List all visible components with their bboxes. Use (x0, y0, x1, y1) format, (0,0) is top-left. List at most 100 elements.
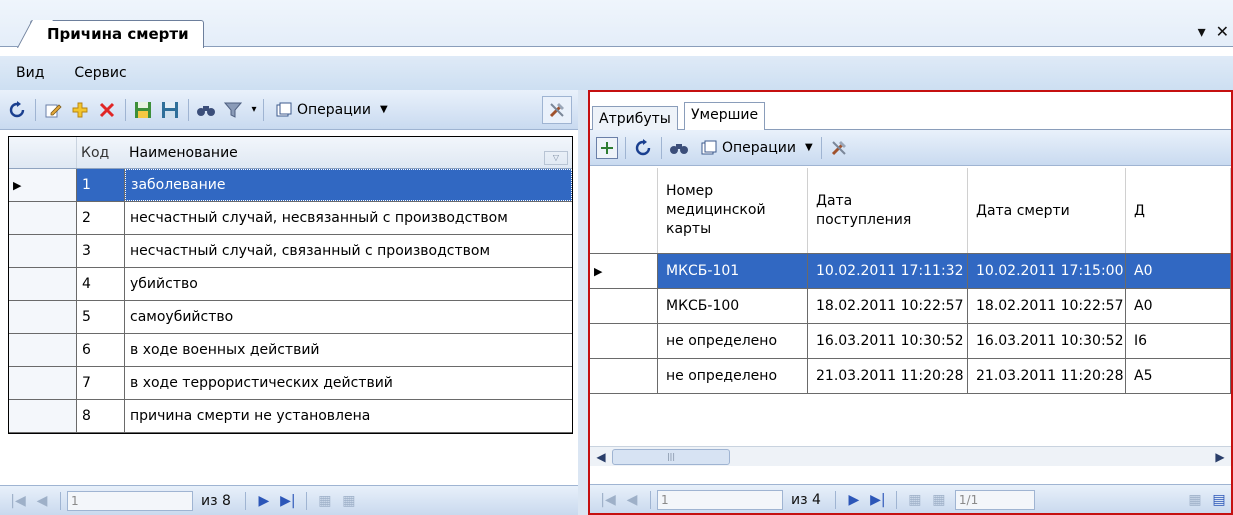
refresh-icon[interactable] (632, 137, 654, 159)
column-header-name[interactable]: Наименование (125, 145, 544, 161)
filter-dropdown-icon[interactable]: ▾ (249, 99, 259, 121)
table-row[interactable]: 6в ходе военных действий (9, 334, 572, 367)
cell-code[interactable]: 1 (77, 169, 125, 201)
cell-card-number[interactable]: МКСБ-100 (658, 289, 808, 323)
edit-icon[interactable] (42, 99, 64, 121)
row-indicator[interactable] (590, 324, 658, 358)
table-row[interactable]: ▶ МКСБ-101 10.02.2011 17:11:32 10.02.2011 1… (590, 254, 1231, 289)
operations-button[interactable]: Операции ▼ (270, 98, 394, 122)
scroll-right-icon[interactable]: ▶ (1211, 448, 1229, 466)
cell-name[interactable]: самоубийство (125, 301, 572, 333)
row-indicator[interactable]: ▶ (9, 169, 77, 201)
table-row[interactable]: МКСБ-100 18.02.2011 10:22:57 18.02.2011 10… (590, 289, 1231, 324)
cell-code[interactable]: 4 (77, 268, 125, 300)
filter-icon[interactable] (222, 99, 244, 121)
row-indicator[interactable] (9, 268, 77, 300)
save-icon[interactable] (132, 99, 154, 121)
find-icon[interactable] (195, 99, 217, 121)
row-indicator[interactable] (9, 235, 77, 267)
document-tab-cause-of-death[interactable]: Причина смерти (30, 20, 204, 48)
cell-code[interactable]: 6 (77, 334, 125, 366)
column-header-death-date[interactable]: Дата смерти (968, 168, 1126, 253)
row-indicator[interactable] (9, 334, 77, 366)
row-indicator[interactable] (9, 400, 77, 432)
cell-name[interactable]: несчастный случай, несвязанный с произво… (125, 202, 572, 234)
table-view-icon[interactable]: ▤ (1209, 492, 1229, 508)
table-row[interactable]: 8 причина смерти не установлена (9, 400, 572, 433)
close-icon[interactable]: ✕ (1216, 22, 1229, 41)
tools-icon[interactable] (542, 95, 572, 124)
menu-item-service[interactable]: Сервис (74, 65, 126, 81)
prev-record-icon[interactable]: ◀ (32, 493, 52, 509)
table-row[interactable]: 2 несчастный случай, несвязанный с произв… (9, 202, 572, 235)
save-all-icon[interactable] (159, 99, 181, 121)
cell-death-date[interactable]: 10.02.2011 17:15:00 (968, 254, 1126, 288)
cell-admission-date[interactable]: 10.02.2011 17:11:32 (808, 254, 968, 288)
cell-extra[interactable]: А0 (1126, 289, 1231, 323)
table-row[interactable]: 7в ходе террористических действий (9, 367, 572, 400)
cell-code[interactable]: 3 (77, 235, 125, 267)
first-record-icon[interactable]: |◀ (8, 493, 28, 509)
horizontal-scrollbar[interactable]: ◀ ||| ▶ (590, 446, 1231, 466)
cell-code[interactable]: 7 (77, 367, 125, 399)
row-indicator[interactable]: ▶ (590, 254, 658, 288)
cell-admission-date[interactable]: 21.03.2011 11:20:28 (808, 359, 968, 393)
menu-item-view[interactable]: Вид (16, 65, 44, 81)
cell-name[interactable]: несчастный случай, связанный с производс… (125, 235, 572, 267)
tools-icon[interactable] (828, 137, 850, 159)
cell-name[interactable]: в ходе террористических действий (125, 367, 572, 399)
row-indicator[interactable] (9, 367, 77, 399)
table-row[interactable]: 5 самоубийство (9, 301, 572, 334)
page-position-input[interactable]: 1/1 (954, 489, 1035, 510)
cell-name[interactable]: в ходе военных действий (125, 334, 572, 366)
record-position-input[interactable]: 1 (67, 490, 193, 511)
row-indicator[interactable] (9, 301, 77, 333)
first-record-icon[interactable]: |◀ (598, 492, 618, 508)
column-header-admission-date[interactable]: Дата поступления (808, 168, 968, 253)
insert-record-icon[interactable]: ▦ (905, 492, 925, 508)
scroll-thumb[interactable]: ||| (612, 449, 730, 465)
cell-code[interactable]: 5 (77, 301, 125, 333)
delete-record-icon[interactable]: ▦ (339, 493, 359, 509)
cell-death-date[interactable]: 16.03.2011 10:30:52 (968, 324, 1126, 358)
table-row[interactable]: не определено 16.03.2011 10:30:52 16.03.20… (590, 324, 1231, 359)
tab-deceased[interactable]: Умершие (684, 102, 766, 131)
column-header-card-number[interactable]: Номер медицинской карты (658, 168, 808, 253)
row-indicator[interactable] (9, 202, 77, 234)
record-position-input[interactable]: 1 (657, 489, 783, 510)
tab-attributes[interactable]: Атрибуты (592, 106, 678, 130)
delete-icon[interactable] (96, 99, 118, 121)
column-header-extra[interactable]: Д (1126, 168, 1231, 253)
column-filter-icon[interactable]: ▽ (544, 150, 568, 165)
scroll-left-icon[interactable]: ◀ (592, 448, 610, 466)
next-record-icon[interactable]: ▶ (844, 492, 864, 508)
cell-card-number[interactable]: не определено (658, 324, 808, 358)
table-row[interactable]: не определено 21.03.2011 11:20:28 21.03.20… (590, 359, 1231, 394)
delete-record-icon[interactable]: ▦ (929, 492, 949, 508)
cell-extra[interactable]: А5 (1126, 359, 1231, 393)
cell-card-number[interactable]: МКСБ-101 (658, 254, 808, 288)
cell-death-date[interactable]: 18.02.2011 10:22:57 (968, 289, 1126, 323)
cell-extra[interactable]: А0 (1126, 254, 1231, 288)
panel-splitter[interactable] (578, 90, 588, 515)
cell-admission-date[interactable]: 16.03.2011 10:30:52 (808, 324, 968, 358)
cell-admission-date[interactable]: 18.02.2011 10:22:57 (808, 289, 968, 323)
table-row[interactable]: 3 несчастный случай, связанный с производ… (9, 235, 572, 268)
table-row[interactable]: ▶ 1 заболевание (9, 169, 572, 202)
cell-code[interactable]: 2 (77, 202, 125, 234)
expand-icon[interactable] (596, 136, 618, 159)
cell-code[interactable]: 8 (77, 400, 125, 432)
cell-extra[interactable]: I6 (1126, 324, 1231, 358)
grid-settings-icon[interactable]: ▦ (1185, 492, 1205, 508)
table-row[interactable]: 4 убийство (9, 268, 572, 301)
find-icon[interactable] (668, 137, 690, 159)
dropdown-arrow-icon[interactable]: ▾ (1198, 22, 1206, 41)
refresh-icon[interactable] (6, 99, 28, 121)
row-indicator[interactable] (590, 359, 658, 393)
add-icon[interactable] (69, 99, 91, 121)
prev-record-icon[interactable]: ◀ (622, 492, 642, 508)
column-header-code[interactable]: Код (77, 145, 125, 161)
cell-name[interactable]: заболевание (125, 169, 572, 201)
next-record-icon[interactable]: ▶ (254, 493, 274, 509)
cell-card-number[interactable]: не определено (658, 359, 808, 393)
